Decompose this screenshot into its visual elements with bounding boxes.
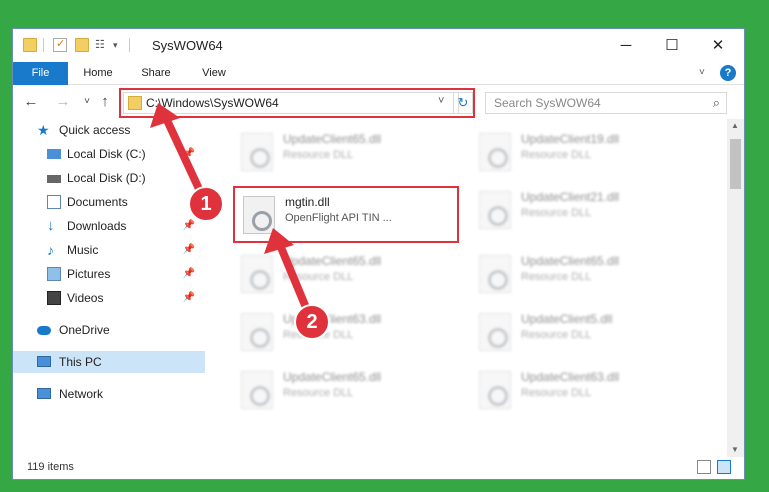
divider bbox=[129, 38, 130, 52]
folder-icon bbox=[23, 38, 37, 52]
status-bar: 119 items bbox=[13, 457, 744, 479]
sidebar-item-downloads[interactable]: ↓ Downloads 📌 bbox=[13, 215, 205, 237]
title-bar: ✓ ☷ ▾ SysWOW64 ─ ☐ ✕ bbox=[13, 29, 744, 62]
pin-icon[interactable]: 📌 bbox=[183, 143, 195, 165]
sidebar-item-this-pc[interactable]: This PC bbox=[13, 351, 205, 373]
minimize-button[interactable]: ─ bbox=[603, 29, 649, 62]
drive-icon bbox=[47, 149, 61, 159]
refresh-icon[interactable]: ↻ bbox=[453, 92, 473, 114]
cloud-icon bbox=[37, 326, 51, 335]
music-note-icon: ♪ bbox=[47, 242, 54, 258]
dll-file-icon bbox=[479, 133, 511, 171]
sidebar-item-pictures[interactable]: Pictures 📌 bbox=[13, 263, 205, 285]
ribbon: File Home Share View ˅ ? bbox=[13, 62, 744, 85]
scroll-down-icon[interactable]: ▼ bbox=[731, 445, 739, 454]
search-input[interactable]: Search SysWOW64 ⌕ bbox=[485, 92, 727, 114]
sidebar-item-local-disk-c[interactable]: Local Disk (C:) 📌 bbox=[13, 143, 205, 165]
documents-icon bbox=[47, 195, 61, 209]
file-item[interactable]: UpdateClient65.dll Resource DLL bbox=[471, 249, 691, 297]
tab-home[interactable]: Home bbox=[73, 62, 123, 85]
file-list: UpdateClient65.dll Resource DLL UpdateCl… bbox=[209, 119, 727, 457]
properties-icon[interactable]: ✓ bbox=[53, 38, 67, 52]
drive-icon bbox=[47, 175, 61, 183]
highlighted-file-box: mgtin.dll OpenFlight API TIN ... bbox=[233, 186, 459, 243]
sidebar-item-music[interactable]: ♪ Music 📌 bbox=[13, 239, 205, 261]
scrollbar-thumb[interactable] bbox=[730, 139, 741, 189]
file-item[interactable]: UpdateClient65.dll Resource DLL bbox=[233, 249, 453, 297]
folder-icon bbox=[128, 96, 142, 110]
close-button[interactable]: ✕ bbox=[695, 29, 741, 62]
back-arrow-icon[interactable]: ← bbox=[21, 92, 41, 112]
vertical-scrollbar[interactable]: ▲ ▼ bbox=[727, 119, 744, 457]
pin-icon[interactable]: 📌 bbox=[183, 287, 195, 309]
network-icon bbox=[37, 388, 51, 399]
file-item[interactable]: UpdateClient21.dll Resource DLL bbox=[471, 185, 691, 233]
search-placeholder: Search SysWOW64 bbox=[494, 96, 601, 110]
tiles-view-icon[interactable] bbox=[717, 460, 731, 474]
search-icon[interactable]: ⌕ bbox=[713, 95, 720, 111]
pictures-icon bbox=[47, 267, 61, 281]
tab-view[interactable]: View bbox=[189, 62, 239, 85]
expand-ribbon-icon[interactable]: ˅ bbox=[699, 67, 705, 78]
sidebar-item-quick-access[interactable]: ★ Quick access bbox=[13, 119, 205, 141]
file-item[interactable]: UpdateClient19.dll Resource DLL bbox=[471, 127, 691, 175]
customize-qa-icon[interactable]: ☷ bbox=[95, 38, 109, 52]
screenshot-frame: ✓ ☷ ▾ SysWOW64 ─ ☐ ✕ File Home Share Vie… bbox=[0, 0, 769, 492]
up-arrow-icon[interactable]: ↑ bbox=[95, 92, 115, 112]
details-view-icon[interactable] bbox=[697, 460, 711, 474]
file-item[interactable]: UpdateClient65.dll Resource DLL bbox=[233, 127, 453, 175]
address-row: ← → ˅ ↑ C:\Windows\SysWOW64 ˅ ↻ Search S… bbox=[13, 86, 744, 119]
dll-file-icon bbox=[479, 191, 511, 229]
dll-file-icon bbox=[479, 255, 511, 293]
divider bbox=[43, 38, 44, 52]
forward-arrow-icon[interactable]: → bbox=[53, 92, 73, 112]
file-item[interactable]: UpdateClient63.dll Resource DLL bbox=[471, 365, 691, 413]
navigation-pane: ★ Quick access Local Disk (C:) 📌 Local D… bbox=[13, 119, 209, 457]
dll-file-icon bbox=[479, 313, 511, 351]
pin-icon[interactable]: 📌 bbox=[183, 263, 195, 285]
tab-share[interactable]: Share bbox=[131, 62, 181, 85]
scroll-up-icon[interactable]: ▲ bbox=[731, 121, 739, 130]
sidebar-item-onedrive[interactable]: OneDrive bbox=[13, 319, 205, 341]
window-title: SysWOW64 bbox=[152, 38, 223, 53]
item-count: 119 items bbox=[27, 461, 74, 473]
file-item-mgtin[interactable]: mgtin.dll OpenFlight API TIN ... bbox=[235, 190, 455, 238]
sidebar-item-local-disk-d[interactable]: Local Disk (D:) bbox=[13, 167, 205, 189]
dll-file-icon bbox=[241, 133, 273, 171]
sidebar-item-network[interactable]: Network bbox=[13, 383, 205, 405]
maximize-button[interactable]: ☐ bbox=[649, 29, 695, 62]
videos-icon bbox=[47, 291, 61, 305]
dll-file-icon bbox=[241, 371, 273, 409]
chevron-down-icon[interactable]: ˅ bbox=[438, 95, 444, 107]
step-two-badge: 2 bbox=[294, 304, 330, 340]
tab-file[interactable]: File bbox=[13, 62, 68, 85]
file-item[interactable]: UpdateClient5.dll Resource DLL bbox=[471, 307, 691, 355]
sidebar-item-videos[interactable]: Videos 📌 bbox=[13, 287, 205, 309]
step-one-badge: 1 bbox=[188, 186, 224, 222]
new-folder-icon[interactable] bbox=[75, 38, 89, 52]
dll-file-icon bbox=[241, 313, 273, 351]
download-arrow-icon: ↓ bbox=[47, 217, 55, 234]
file-item[interactable]: UpdateClient63.dll Resource DLL bbox=[233, 307, 453, 355]
computer-icon bbox=[37, 356, 51, 367]
recent-locations-icon[interactable]: ˅ bbox=[77, 92, 97, 112]
address-bar[interactable]: C:\Windows\SysWOW64 ˅ bbox=[123, 92, 459, 114]
dll-file-icon bbox=[479, 371, 511, 409]
pin-icon[interactable]: 📌 bbox=[183, 239, 195, 261]
explorer-window: ✓ ☷ ▾ SysWOW64 ─ ☐ ✕ File Home Share Vie… bbox=[12, 28, 745, 480]
dll-file-icon bbox=[243, 196, 275, 234]
star-icon: ★ bbox=[37, 122, 50, 138]
chevron-down-icon[interactable]: ▾ bbox=[113, 40, 127, 54]
pin-icon[interactable]: 📌 bbox=[183, 215, 195, 237]
dll-file-icon bbox=[241, 255, 273, 293]
sidebar-item-documents[interactable]: Documents bbox=[13, 191, 205, 213]
help-icon[interactable]: ? bbox=[720, 65, 736, 81]
file-item[interactable]: UpdateClient65.dll Resource DLL bbox=[233, 365, 453, 413]
address-path[interactable]: C:\Windows\SysWOW64 bbox=[146, 96, 279, 110]
